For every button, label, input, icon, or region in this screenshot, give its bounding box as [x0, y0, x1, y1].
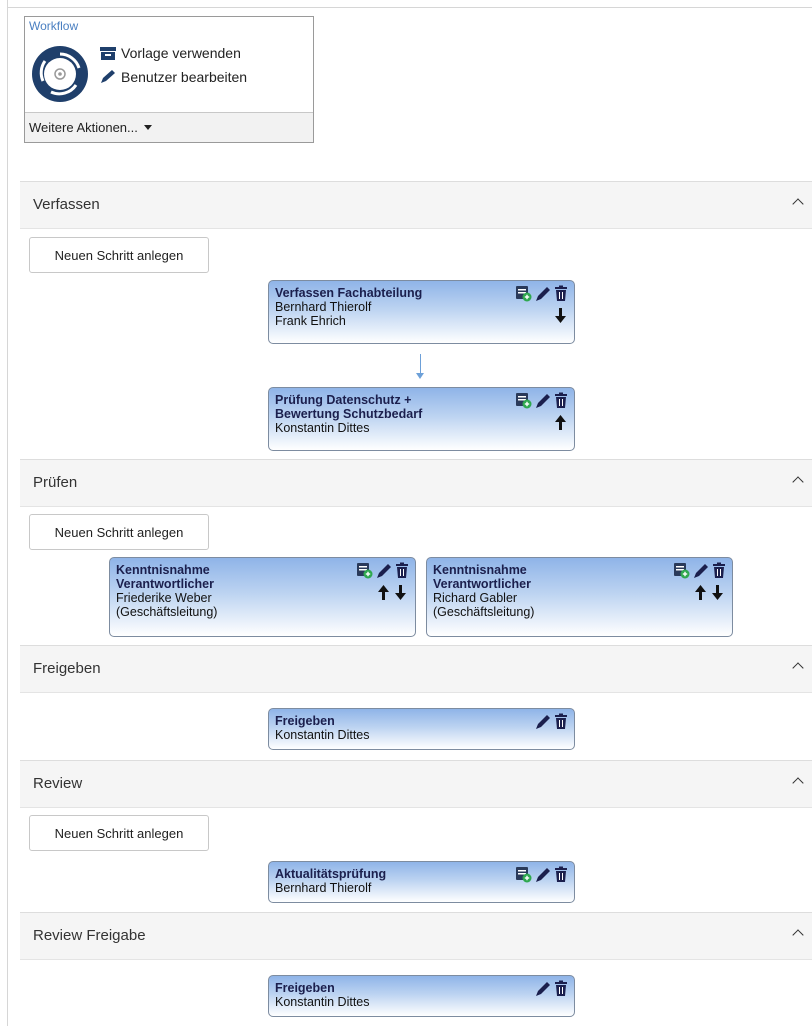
section-title: Review — [33, 775, 83, 792]
chevron-up-icon[interactable] — [792, 198, 804, 210]
step-user: Frank Ehrich — [275, 314, 346, 328]
section-header-review[interactable]: Review — [20, 760, 812, 808]
step-user: (Geschäftsleitung) — [433, 605, 535, 619]
new-step-button[interactable]: Neuen Schritt anlegen — [29, 815, 209, 851]
step-user: (Geschäftsleitung) — [116, 605, 218, 619]
step-user: Richard Gabler — [433, 591, 518, 605]
edit-icon[interactable] — [535, 713, 551, 730]
workflow-cycle-icon — [32, 46, 88, 102]
chevron-up-icon[interactable] — [792, 476, 804, 488]
add-substep-icon[interactable] — [515, 392, 532, 409]
step-title: Verantwortlicher — [116, 577, 214, 591]
chevron-up-icon[interactable] — [792, 929, 804, 941]
step-user: Konstantin Dittes — [275, 421, 370, 435]
section-title: Freigeben — [33, 660, 101, 677]
section-title: Verfassen — [33, 196, 100, 213]
chevron-up-icon[interactable] — [792, 777, 804, 789]
edit-icon[interactable] — [535, 866, 551, 883]
step-title: Freigeben — [275, 714, 335, 728]
arrow-up-icon[interactable] — [695, 585, 706, 600]
trash-icon[interactable] — [554, 285, 568, 302]
step-card[interactable]: Freigeben Konstantin Dittes — [268, 975, 575, 1017]
section-header-freigeben[interactable]: Freigeben — [20, 645, 812, 693]
add-substep-icon[interactable] — [356, 562, 373, 579]
edit-icon[interactable] — [376, 562, 392, 579]
section-title: Prüfen — [33, 474, 78, 491]
left-border — [7, 0, 8, 1026]
step-title: Verantwortlicher — [433, 577, 531, 591]
section-header-pruefen[interactable]: Prüfen — [20, 459, 812, 507]
trash-icon[interactable] — [554, 866, 568, 883]
workflow-title: Workflow — [29, 19, 79, 33]
edit-users-action[interactable]: Benutzer bearbeiten — [99, 69, 247, 85]
pencil-icon — [101, 70, 115, 83]
step-card[interactable]: Kenntnisnahme Verantwortlicher Friederik… — [109, 557, 416, 637]
edit-icon[interactable] — [535, 285, 551, 302]
new-step-button[interactable]: Neuen Schritt anlegen — [29, 514, 209, 550]
step-user: Bernhard Thierolf — [275, 881, 372, 895]
connector-arrow-icon — [416, 373, 424, 379]
top-border — [7, 7, 812, 8]
use-template-label: Vorlage verwenden — [121, 45, 241, 61]
add-substep-icon[interactable] — [515, 866, 532, 883]
step-user: Bernhard Thierolf — [275, 300, 372, 314]
section-header-verfassen[interactable]: Verfassen — [20, 181, 812, 229]
trash-icon[interactable] — [712, 562, 726, 579]
step-card[interactable]: Aktualitätsprüfung Bernhard Thierolf — [268, 861, 575, 903]
arrow-up-icon[interactable] — [378, 585, 389, 600]
trash-icon[interactable] — [554, 980, 568, 997]
trash-icon[interactable] — [554, 713, 568, 730]
step-card[interactable]: Freigeben Konstantin Dittes — [268, 708, 575, 750]
edit-icon[interactable] — [535, 392, 551, 409]
trash-icon[interactable] — [395, 562, 409, 579]
more-actions-label: Weitere Aktionen... — [29, 120, 138, 135]
edit-icon[interactable] — [535, 980, 551, 997]
arrow-down-icon[interactable] — [395, 585, 406, 600]
step-user: Friederike Weber — [116, 591, 212, 605]
workflow-panel: Workflow Vorlage verwenden Benutzer bear… — [24, 16, 314, 143]
add-substep-icon[interactable] — [673, 562, 690, 579]
new-step-button[interactable]: Neuen Schritt anlegen — [29, 237, 209, 273]
step-card[interactable]: Prüfung Datenschutz + Bewertung Schutzbe… — [268, 387, 575, 451]
step-user: Konstantin Dittes — [275, 995, 370, 1009]
step-user: Konstantin Dittes — [275, 728, 370, 742]
section-title: Review Freigabe — [33, 927, 146, 944]
more-actions-dropdown[interactable]: Weitere Aktionen... — [25, 112, 313, 142]
arrow-up-icon[interactable] — [555, 415, 566, 430]
caret-down-icon — [143, 125, 152, 130]
arrow-down-icon[interactable] — [712, 585, 723, 600]
edit-users-label: Benutzer bearbeiten — [121, 69, 248, 85]
step-card[interactable]: Verfassen Fachabteilung Bernhard Thierol… — [268, 280, 575, 344]
arrow-down-icon[interactable] — [555, 308, 566, 323]
edit-icon[interactable] — [693, 562, 709, 579]
use-template-action[interactable]: Vorlage verwenden — [99, 45, 241, 61]
step-card[interactable]: Kenntnisnahme Verantwortlicher Richard G… — [426, 557, 733, 637]
chevron-up-icon[interactable] — [792, 662, 804, 674]
step-connector — [420, 354, 421, 375]
section-header-review-freigabe[interactable]: Review Freigabe — [20, 912, 812, 960]
trash-icon[interactable] — [554, 392, 568, 409]
archive-icon — [100, 46, 116, 60]
add-substep-icon[interactable] — [515, 285, 532, 302]
step-title: Bewertung Schutzbedarf — [275, 407, 423, 421]
step-title: Freigeben — [275, 981, 335, 995]
